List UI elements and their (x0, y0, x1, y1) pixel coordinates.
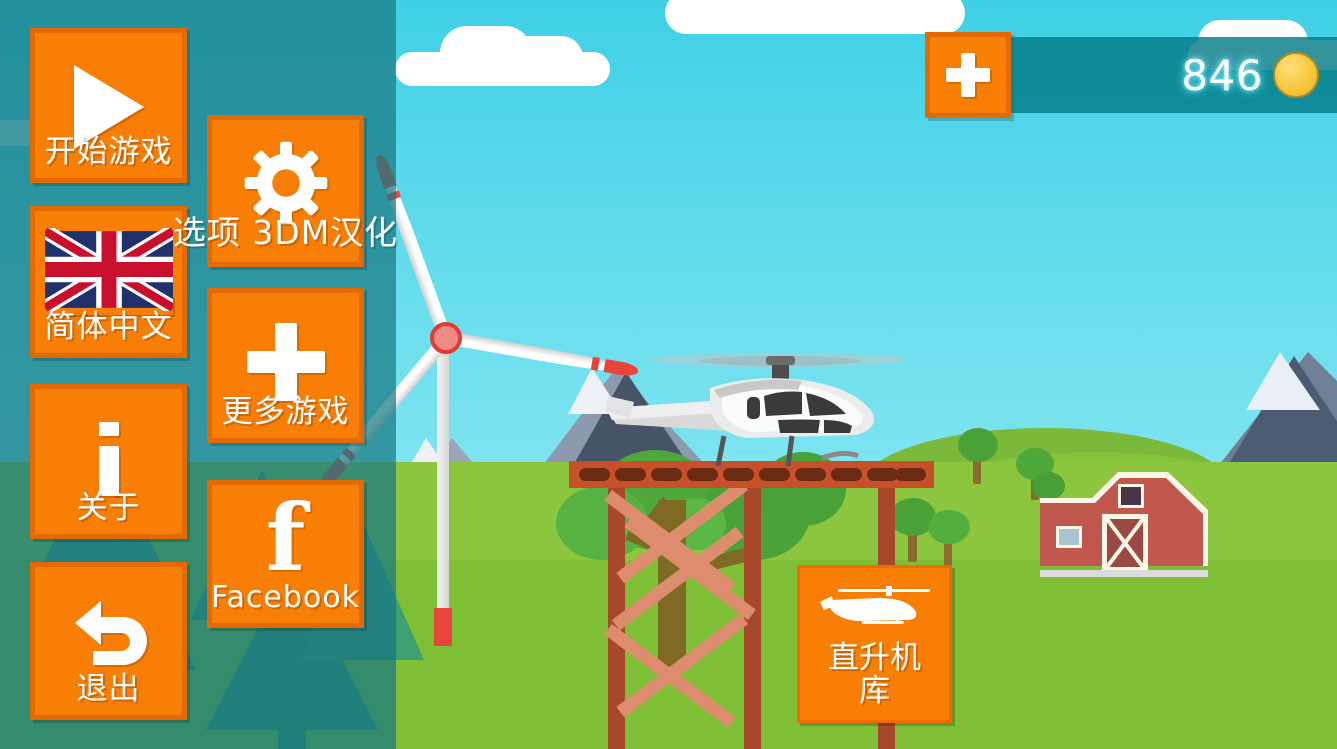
hangar-button[interactable]: 直升机 库 (797, 565, 952, 723)
helicopter-icon (816, 580, 934, 638)
mountain-snow (1246, 352, 1320, 410)
coin-icon (1273, 52, 1319, 98)
sidebar-item-options[interactable]: 选项 3DM汉化 (173, 115, 397, 267)
currency-bar: 846 (925, 32, 1337, 118)
exit-label: 退出 (76, 671, 141, 708)
back-arrow-svg (74, 601, 147, 665)
add-coins-button[interactable] (925, 32, 1011, 118)
barn (1040, 470, 1290, 640)
coin-display-panel: 846 (1011, 37, 1337, 113)
windmill-base (434, 608, 452, 646)
start-game-label: 开始游戏 (44, 134, 173, 171)
sidebar-item-facebook[interactable]: f Facebook (207, 480, 364, 628)
cloud-icon (395, 26, 610, 86)
language-label: 简体中文 (44, 309, 173, 346)
info-icon (98, 422, 119, 496)
sidebar-item-exit[interactable]: 退出 (30, 562, 187, 720)
tree-foliage (958, 428, 998, 462)
helicopter-glyph (819, 586, 930, 624)
helicopter (606, 340, 910, 475)
coin-amount: 846 (1181, 50, 1263, 100)
game-screen: 开始游戏 简体中文 关于 退出 选项 3DM汉化 更多游戏 f Facebook… (0, 0, 1337, 749)
plus-icon (946, 53, 990, 97)
sidebar-item-language[interactable]: 简体中文 (30, 206, 187, 358)
uk-flag-icon (40, 224, 177, 315)
hangar-label-line2: 库 (859, 673, 890, 710)
tree-foliage (928, 510, 970, 544)
sidebar-item-more-games[interactable]: 更多游戏 (207, 288, 364, 443)
windmill-tower (437, 330, 449, 645)
sidebar-item-about[interactable]: 关于 (30, 384, 187, 539)
back-arrow-icon (63, 593, 155, 673)
cloud-icon (665, 0, 965, 34)
about-label: 关于 (76, 490, 141, 527)
windmill-hub (430, 322, 462, 354)
sidebar-item-start-game[interactable]: 开始游戏 (30, 28, 187, 183)
hangar-label-line1: 直升机 (828, 640, 921, 676)
barn-shape (1040, 472, 1208, 577)
plus-icon (246, 323, 325, 401)
facebook-label: Facebook (211, 580, 360, 616)
facebook-icon: f (265, 484, 306, 592)
helicopter-shape (606, 353, 910, 467)
options-label: 选项 3DM汉化 (172, 213, 399, 253)
more-games-label: 更多游戏 (221, 394, 350, 431)
